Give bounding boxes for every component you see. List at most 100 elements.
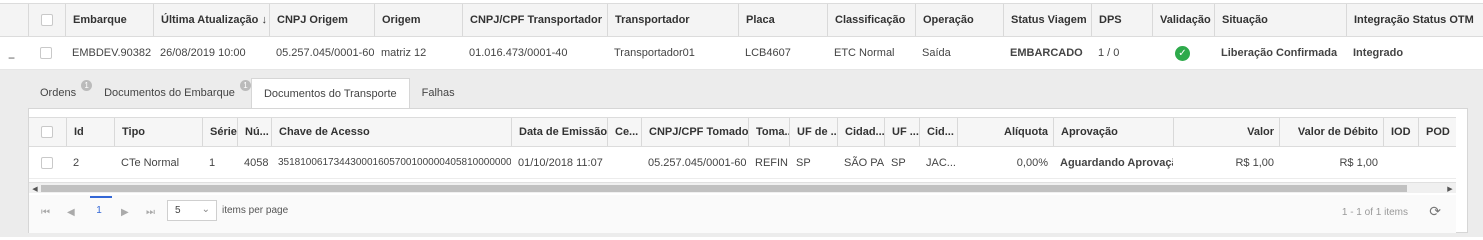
tab-label: Ordens bbox=[40, 87, 77, 99]
tab-documentos-embarque[interactable]: Documentos do Embarque 1 bbox=[92, 78, 251, 108]
col-cnpj-origem[interactable]: CNPJ Origem bbox=[269, 4, 374, 36]
pager: ⏮ ◀ 1 ▶ ⏭ 5 ⌄ items per page 1 - 1 of 1 … bbox=[29, 195, 1456, 233]
scrollbar-thumb[interactable] bbox=[41, 185, 1407, 192]
scroll-left-icon[interactable]: ◀ bbox=[30, 183, 40, 194]
col-aliquota[interactable]: Alíquota bbox=[957, 118, 1053, 146]
cell-status-viagem: EMBARCADO bbox=[1010, 47, 1083, 59]
col-embarque[interactable]: Embarque bbox=[65, 4, 153, 36]
col-valor-debito[interactable]: Valor de Débito bbox=[1279, 118, 1383, 146]
col-valor[interactable]: Valor bbox=[1173, 118, 1279, 146]
inner-grid-header: Id Tipo Série Nú... Chave de Acesso Data… bbox=[29, 117, 1456, 147]
detail-panel: Ordens 1 Documentos do Embarque 1 Docume… bbox=[0, 70, 1483, 237]
col-ce[interactable]: Ce... bbox=[607, 118, 641, 146]
tab-badge: 1 bbox=[81, 80, 93, 91]
col-pod[interactable]: POD bbox=[1418, 118, 1456, 146]
col-cid[interactable]: Cid... bbox=[919, 118, 957, 146]
row-checkbox[interactable] bbox=[28, 37, 62, 69]
cell-uf: SP bbox=[891, 156, 906, 169]
collapse-row-icon[interactable]: − bbox=[8, 51, 15, 65]
cell-cnpj-transportador: 01.016.473/0001-40 bbox=[469, 47, 568, 59]
col-data-emissao[interactable]: Data de Emissão ↓ bbox=[511, 118, 607, 146]
col-transportador[interactable]: Transportador bbox=[607, 4, 738, 36]
col-operacao[interactable]: Operação bbox=[915, 4, 1003, 36]
cell-pod bbox=[1418, 147, 1456, 178]
col-iod[interactable]: IOD bbox=[1383, 118, 1418, 146]
tab-ordens[interactable]: Ordens 1 bbox=[28, 78, 93, 108]
inner-select-all-checkbox[interactable] bbox=[29, 118, 63, 146]
col-cnpj-transportador[interactable]: CNPJ/CPF Transportador bbox=[462, 4, 607, 36]
outer-grid-header: Embarque Última Atualização ↓ CNPJ Orige… bbox=[0, 3, 1483, 37]
detail-tabs: Ordens 1 Documentos do Embarque 1 Docume… bbox=[28, 78, 467, 108]
tab-falhas[interactable]: Falhas bbox=[410, 78, 467, 108]
cell-serie: 1 bbox=[209, 156, 216, 169]
col-aprovacao[interactable]: Aprovação bbox=[1053, 118, 1173, 146]
tab-label: Documentos do Transporte bbox=[263, 87, 397, 100]
col-cnpj-tomador[interactable]: CNPJ/CPF Tomador bbox=[641, 118, 748, 146]
page-size-select[interactable]: 5 ⌄ bbox=[167, 200, 217, 221]
cell-chave-acesso: 3518100617344300016057001000004058100000… bbox=[278, 157, 511, 168]
page-number-1[interactable]: 1 bbox=[90, 196, 112, 220]
col-numero[interactable]: Nú... bbox=[237, 118, 271, 146]
col-classificacao[interactable]: Classificação bbox=[827, 4, 915, 36]
cell-cid: JAC... bbox=[926, 156, 956, 169]
tab-badge: 1 bbox=[239, 80, 251, 91]
cell-valor-debito: R$ 1,00 bbox=[1339, 156, 1378, 169]
last-page-icon[interactable]: ⏭ bbox=[146, 207, 155, 218]
cell-transportador: Transportador01 bbox=[614, 47, 695, 59]
cell-operacao: Saída bbox=[922, 47, 951, 59]
next-page-icon[interactable]: ▶ bbox=[121, 207, 129, 218]
cell-tomador: REFIN... bbox=[755, 156, 789, 169]
cell-iod bbox=[1383, 147, 1418, 178]
cell-aliquota: 0,00% bbox=[1016, 156, 1048, 169]
col-integracao-status-otm[interactable]: Integração Status OTM bbox=[1346, 4, 1483, 36]
inner-grid: Id Tipo Série Nú... Chave de Acesso Data… bbox=[28, 108, 1468, 233]
cell-tipo: CTe Normal bbox=[121, 156, 180, 169]
col-tipo[interactable]: Tipo bbox=[114, 118, 202, 146]
col-situacao[interactable]: Situação bbox=[1214, 4, 1346, 36]
cell-data-emissao: 01/10/2018 11:07 bbox=[518, 156, 603, 169]
check-circle-icon: ✓ bbox=[1175, 45, 1190, 61]
cell-validacao: ✓ bbox=[1152, 37, 1214, 69]
chevron-down-icon: ⌄ bbox=[201, 204, 210, 215]
col-placa[interactable]: Placa bbox=[738, 4, 827, 36]
select-all-checkbox[interactable] bbox=[28, 4, 62, 36]
col-cidade[interactable]: Cidad... bbox=[837, 118, 884, 146]
first-page-icon[interactable]: ⏮ bbox=[41, 207, 50, 218]
horizontal-scrollbar[interactable]: ◀ ▶ bbox=[29, 182, 1456, 193]
col-validacao[interactable]: Validação bbox=[1152, 4, 1214, 36]
tab-documentos-transporte[interactable]: Documentos do Transporte bbox=[250, 78, 410, 108]
col-status-viagem[interactable]: Status Viagem bbox=[1003, 4, 1091, 36]
col-ultima-atualizacao[interactable]: Última Atualização ↓ bbox=[153, 4, 269, 36]
cell-origem: matriz 12 bbox=[381, 47, 427, 59]
items-per-page-label: items per page bbox=[222, 205, 289, 216]
cell-numero: 4058 bbox=[244, 156, 269, 169]
col-serie[interactable]: Série bbox=[202, 118, 237, 146]
col-id[interactable]: Id bbox=[66, 118, 114, 146]
cell-ultima-atualizacao: 26/08/2019 10:00 bbox=[160, 47, 246, 59]
inner-table-row[interactable]: 2 CTe Normal 1 4058 35181006173443000160… bbox=[29, 147, 1456, 179]
outer-table-row[interactable]: − EMBDEV.90382 26/08/2019 10:00 05.257.0… bbox=[0, 37, 1483, 70]
col-dps[interactable]: DPS bbox=[1091, 4, 1152, 36]
cell-valor: R$ 1,00 bbox=[1235, 156, 1274, 169]
refresh-icon[interactable]: ⟳ bbox=[1429, 203, 1441, 220]
cell-cidade: SÃO PA... bbox=[844, 156, 884, 169]
col-uf-de[interactable]: UF de ... bbox=[789, 118, 837, 146]
scroll-right-icon[interactable]: ▶ bbox=[1445, 183, 1455, 194]
cell-ce bbox=[607, 147, 641, 178]
cell-placa: LCB4607 bbox=[745, 47, 791, 59]
prev-page-icon[interactable]: ◀ bbox=[67, 207, 75, 218]
items-count: 1 - 1 of 1 items bbox=[1341, 207, 1408, 218]
cell-classificacao: ETC Normal bbox=[834, 47, 895, 59]
cell-id: 2 bbox=[73, 156, 80, 169]
col-tomador[interactable]: Toma... bbox=[748, 118, 789, 146]
col-chave-acesso[interactable]: Chave de Acesso bbox=[271, 118, 511, 146]
cell-dps: 1 / 0 bbox=[1098, 47, 1120, 59]
col-uf[interactable]: UF ... bbox=[884, 118, 919, 146]
cell-situacao: Liberação Confirmada bbox=[1221, 47, 1338, 59]
cell-embarque: EMBDEV.90382 bbox=[72, 47, 152, 59]
cell-aprovacao: Aguardando Aprovação bbox=[1060, 156, 1173, 169]
cell-integracao-status: Integrado bbox=[1353, 47, 1404, 59]
cell-cnpj-tomador: 05.257.045/0001-60 bbox=[648, 156, 747, 169]
inner-row-checkbox[interactable] bbox=[29, 147, 63, 178]
col-origem[interactable]: Origem bbox=[374, 4, 462, 36]
